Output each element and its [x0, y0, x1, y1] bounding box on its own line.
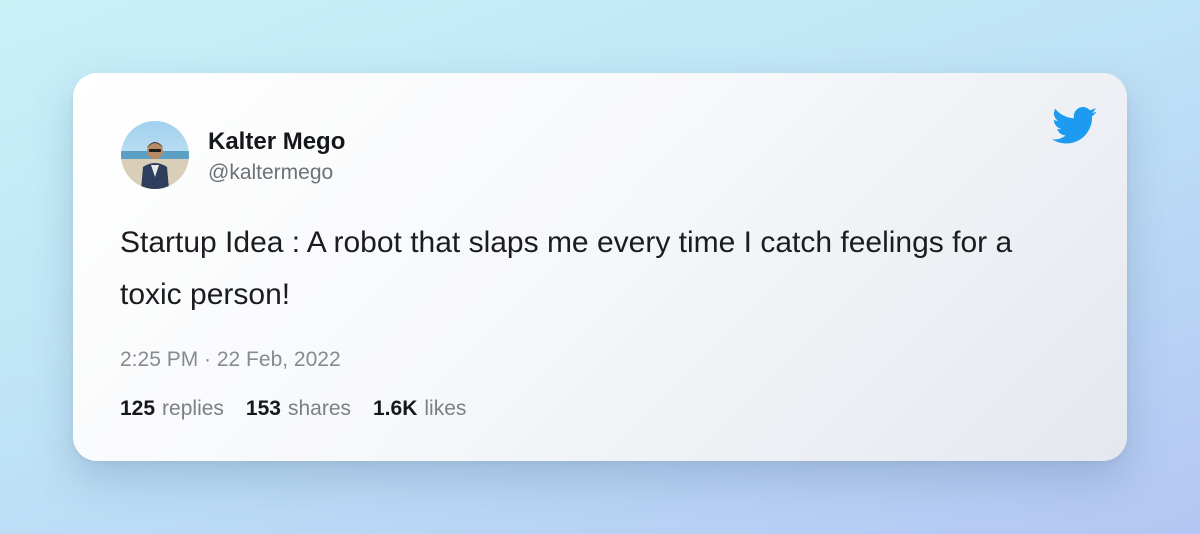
author-handle[interactable]: @kaltermego [208, 161, 333, 185]
likes-label: likes [424, 397, 467, 420]
shares-label: shares [287, 397, 351, 420]
shares-stat[interactable]: 153 shares [246, 397, 351, 421]
replies-count: 125 [120, 397, 156, 420]
twitter-bird-icon[interactable] [1052, 107, 1098, 145]
tweet-timestamp[interactable]: 2:25 PM · 22 Feb, 2022 [120, 348, 341, 372]
replies-stat[interactable]: 125 replies [120, 397, 224, 421]
likes-count: 1.6K [373, 397, 418, 420]
author-name[interactable]: Kalter Mego [208, 128, 345, 156]
replies-label: replies [162, 397, 224, 420]
shares-count: 153 [245, 397, 281, 420]
tweet-text: Startup Idea : A robot that slaps me eve… [120, 226, 1013, 311]
likes-stat[interactable]: 1.6K likes [373, 397, 466, 421]
tweet-card: Kalter Mego @kaltermego Startup Idea : A… [73, 73, 1127, 461]
tweet-stats: 125 replies 153 shares 1.6K likes [120, 397, 466, 421]
avatar[interactable] [121, 121, 189, 189]
